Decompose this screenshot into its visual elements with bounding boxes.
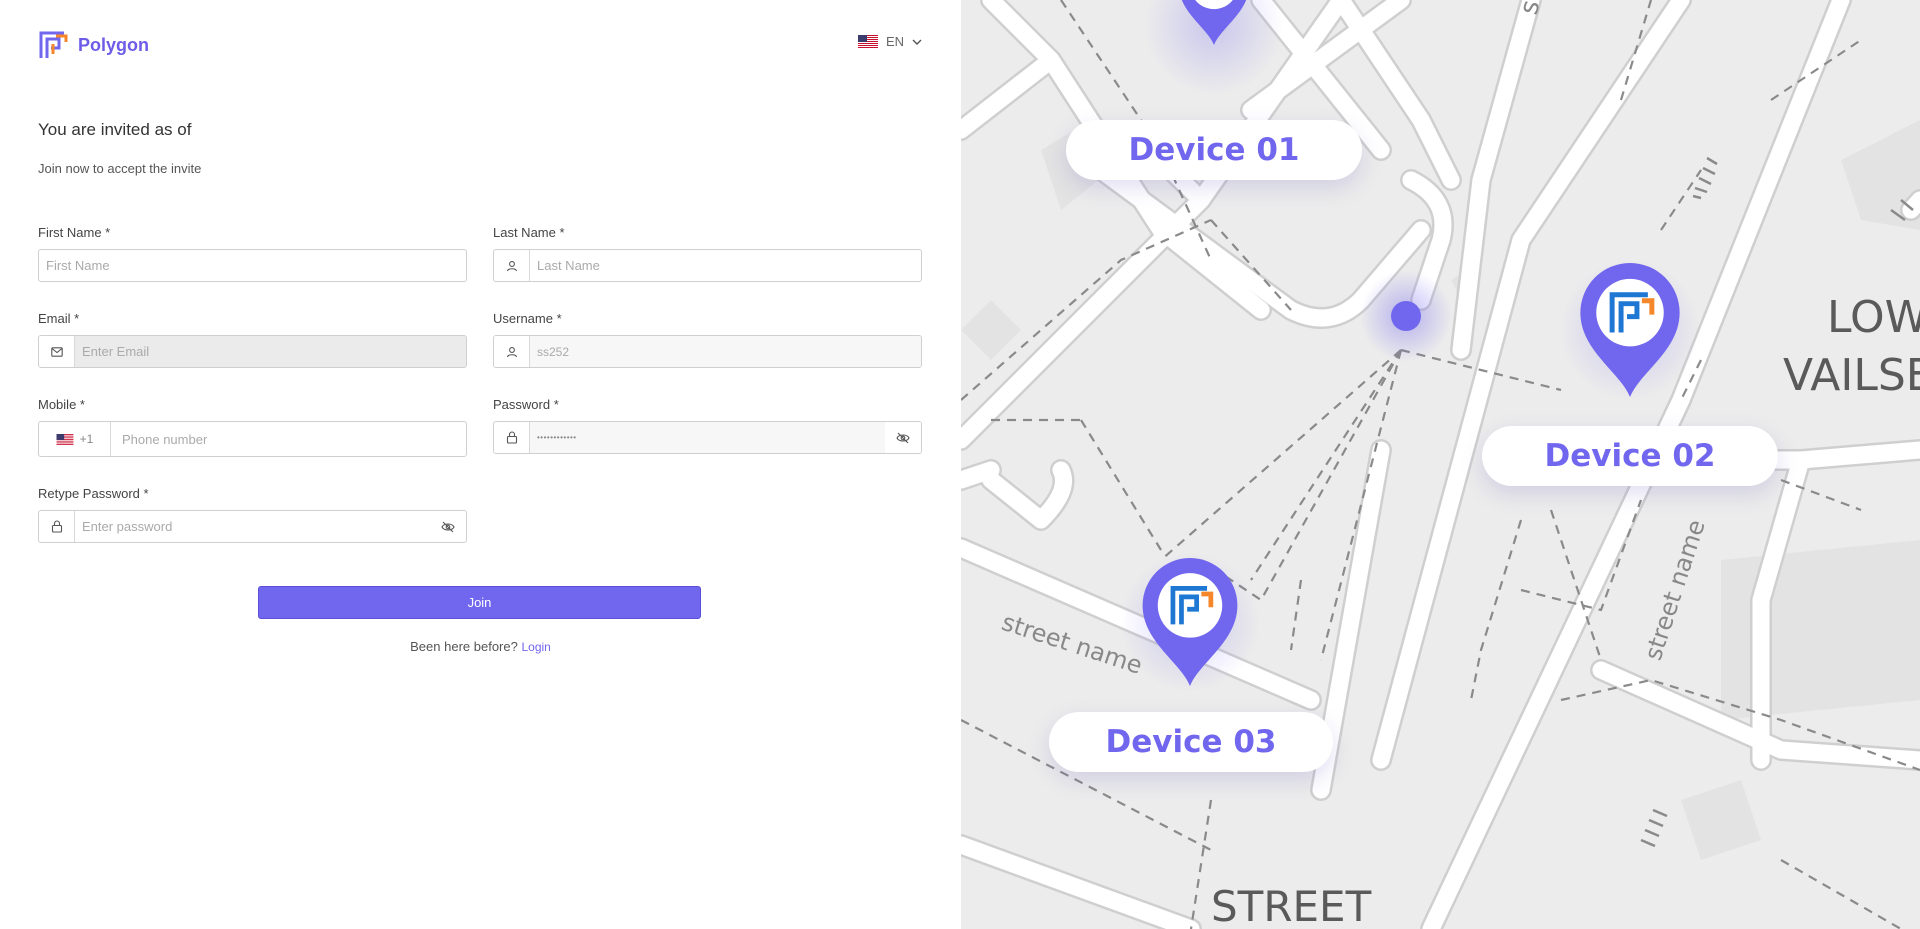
chevron-down-icon [912, 39, 922, 45]
map-illustration: street name street name street name STRE… [961, 0, 1920, 929]
retype-password-input[interactable]: Enter password [38, 510, 467, 543]
last-name-input[interactable]: Last Name [493, 249, 922, 282]
last-name-placeholder: Last Name [537, 258, 600, 273]
first-name-input[interactable]: First Name [38, 249, 467, 282]
lock-icon [39, 511, 75, 542]
password-input[interactable]: •••••••••••• [493, 421, 922, 454]
phone-placeholder: Phone number [122, 431, 208, 447]
language-code: EN [886, 34, 905, 49]
brand-name: Polygon [78, 34, 149, 55]
last-name-field: Last Name * Last Name [493, 225, 922, 282]
page-title: You are invited as of [38, 120, 192, 139]
user-icon [494, 250, 530, 281]
username-label: Username * [493, 311, 562, 326]
user-icon [494, 336, 530, 367]
email-input[interactable]: Enter Email [38, 335, 467, 368]
lock-icon [494, 422, 530, 453]
retype-password-label: Retype Password * [38, 486, 149, 501]
device-02-label: Device 02 [1482, 426, 1778, 486]
username-field: Username * ss252 [493, 311, 922, 368]
eye-off-icon[interactable] [430, 511, 466, 542]
first-name-placeholder: First Name [46, 258, 110, 273]
us-flag-icon [56, 433, 74, 445]
device-03-pin-icon [1142, 558, 1238, 686]
mobile-field: Mobile * +1 Phone number [38, 397, 467, 457]
retype-password-field: Retype Password * Enter password [38, 486, 467, 543]
password-value: •••••••••••• [530, 422, 885, 453]
login-prompt-text: Been here before? [410, 639, 518, 654]
login-prompt: Been here before? Login [0, 639, 961, 654]
eye-off-icon[interactable] [885, 422, 921, 453]
last-name-label: Last Name * [493, 225, 565, 240]
device-02-pin-icon [1580, 263, 1680, 397]
first-name-field: First Name * First Name [38, 225, 467, 282]
email-field: Email * Enter Email [38, 311, 467, 368]
login-link[interactable]: Login [521, 640, 550, 654]
country-code-selector[interactable]: +1 [39, 422, 111, 456]
street-label: LOW [1827, 292, 1920, 343]
first-name-label: First Name * [38, 225, 111, 240]
page-subtitle: Join now to accept the invite [38, 161, 202, 176]
password-field: Password * •••••••••••• [493, 397, 922, 454]
device-01-pin-icon [1181, 0, 1247, 45]
join-button[interactable]: Join [258, 586, 701, 619]
email-label: Email * [38, 311, 80, 326]
brand-logo[interactable]: Polygon [38, 30, 149, 60]
street-label: STREET [1211, 882, 1372, 929]
password-label: Password * [493, 397, 559, 412]
device-03-label: Device 03 [1049, 712, 1333, 772]
email-placeholder: Enter Email [75, 336, 466, 367]
polygon-logo-icon [39, 31, 68, 58]
street-label: VAILSE [1783, 350, 1920, 401]
mail-icon [39, 336, 75, 367]
language-selector[interactable]: EN [858, 34, 922, 49]
retype-password-placeholder: Enter password [82, 519, 173, 534]
signup-panel: Polygon EN You are invited as of Join no… [0, 0, 961, 929]
mobile-label: Mobile * [38, 397, 85, 412]
country-code: +1 [79, 432, 94, 446]
username-input[interactable]: ss252 [493, 335, 922, 368]
username-value: ss252 [530, 336, 921, 367]
us-flag-icon [858, 35, 878, 48]
mobile-input[interactable]: +1 Phone number [38, 421, 467, 457]
device-01-label: Device 01 [1066, 120, 1362, 180]
